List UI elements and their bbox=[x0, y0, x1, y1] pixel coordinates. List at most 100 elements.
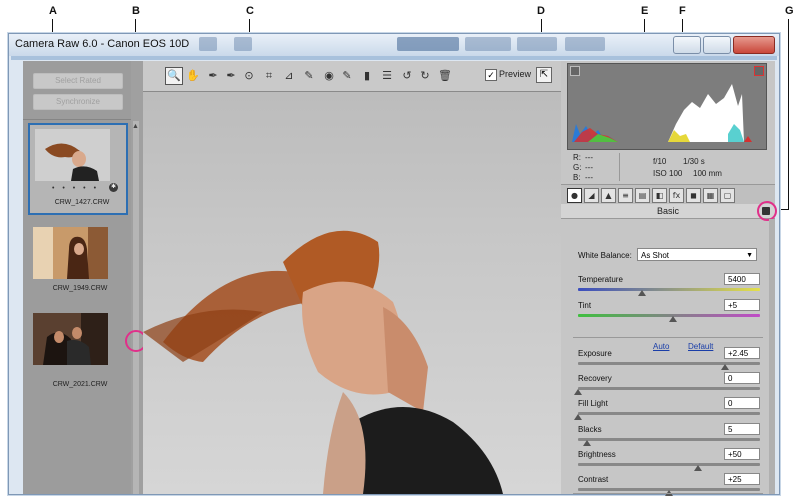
temperature-slider-track[interactable] bbox=[578, 288, 760, 291]
white-balance-tool-icon[interactable]: ✒ bbox=[205, 68, 221, 84]
tab-split-toning-icon[interactable]: ▤ bbox=[635, 188, 650, 203]
preferences-icon[interactable]: ☰ bbox=[379, 68, 395, 84]
thumbnail[interactable]: CRW_1949.CRW bbox=[28, 227, 124, 315]
temperature-slider-thumb[interactable] bbox=[637, 290, 646, 296]
scroll-up-icon[interactable]: ▲ bbox=[132, 123, 139, 130]
panel-scrollbar[interactable] bbox=[769, 219, 775, 494]
aperture-value: f/10 bbox=[653, 157, 667, 166]
blacks-slider-track[interactable] bbox=[578, 438, 760, 441]
recovery-slider-thumb[interactable] bbox=[574, 389, 582, 395]
tab-detail-icon[interactable]: ▲ bbox=[601, 188, 616, 203]
filmstrip-scrollbar[interactable] bbox=[133, 121, 139, 494]
filmstrip-divider bbox=[23, 119, 131, 120]
panel-menu-highlight[interactable] bbox=[757, 201, 777, 221]
tint-label: Tint bbox=[578, 301, 592, 310]
maximize-button[interactable] bbox=[703, 36, 731, 54]
tab-snapshots-icon[interactable]: ▢ bbox=[720, 188, 735, 203]
background-window-fragment bbox=[234, 37, 252, 51]
recovery-value-field[interactable]: 0 bbox=[724, 372, 760, 384]
g-value: --- bbox=[585, 163, 593, 172]
background-window-fragment bbox=[517, 37, 557, 51]
tab-camera-calibration-icon[interactable]: ◼ bbox=[686, 188, 701, 203]
blacks-slider-thumb[interactable] bbox=[583, 440, 592, 446]
thumbnail-image bbox=[35, 129, 110, 181]
tint-slider-thumb[interactable] bbox=[668, 316, 677, 322]
thumbnail-selected[interactable]: • • • • • ✱ CRW_1427.CRW bbox=[28, 123, 128, 215]
tab-effects-icon[interactable]: fx bbox=[669, 188, 684, 203]
tab-presets-icon[interactable]: ▦ bbox=[703, 188, 718, 203]
synchronize-button[interactable]: Synchronize bbox=[33, 94, 123, 110]
white-balance-select[interactable]: As Shot ▼ bbox=[637, 248, 757, 261]
spot-removal-tool-icon[interactable]: ✎ bbox=[301, 68, 317, 84]
thumbnail-image bbox=[33, 227, 108, 279]
tab-hsl-icon[interactable]: ≡ bbox=[618, 188, 633, 203]
rotate-right-icon[interactable]: ↻ bbox=[417, 68, 433, 84]
title-bar: Camera Raw 6.0 - Canon EOS 10D bbox=[9, 34, 779, 56]
select-rated-button[interactable]: Select Rated bbox=[33, 73, 123, 89]
camera-raw-app: Select Rated Synchronize • • • • • ✱ CRW… bbox=[23, 61, 777, 496]
callout-c: C bbox=[246, 5, 254, 17]
temperature-value-field[interactable]: 5400 bbox=[724, 273, 760, 285]
fill-light-value-field[interactable]: 0 bbox=[724, 397, 760, 409]
image-preview[interactable] bbox=[143, 92, 561, 494]
targeted-adjustment-tool-icon[interactable]: ⊙ bbox=[241, 68, 257, 84]
tint-value-field[interactable]: +5 bbox=[724, 299, 760, 311]
contrast-value-field[interactable]: +25 bbox=[724, 473, 760, 485]
shadow-clipping-toggle[interactable] bbox=[570, 66, 580, 76]
blacks-value-field[interactable]: 5 bbox=[724, 423, 760, 435]
fullscreen-icon[interactable]: ⇱ bbox=[536, 67, 552, 83]
tab-basic-icon[interactable]: ● bbox=[567, 188, 582, 203]
exposure-slider-thumb[interactable] bbox=[721, 364, 730, 370]
brightness-label: Brightness bbox=[578, 450, 616, 459]
focal-length-value: 100 mm bbox=[693, 169, 722, 178]
callout-b: B bbox=[132, 5, 140, 17]
highlight-clipping-toggle[interactable] bbox=[754, 66, 764, 76]
straighten-tool-icon[interactable]: ⊿ bbox=[281, 68, 297, 84]
brightness-value-field[interactable]: +50 bbox=[724, 448, 760, 460]
background-window-fragment bbox=[199, 37, 217, 51]
callout-a: A bbox=[49, 5, 57, 17]
color-sampler-tool-icon[interactable]: ✒ bbox=[223, 68, 239, 84]
red-eye-removal-tool-icon[interactable]: ◉ bbox=[321, 68, 337, 84]
default-link[interactable]: Default bbox=[688, 342, 713, 351]
zoom-tool-icon[interactable]: 🔍 bbox=[165, 67, 183, 85]
callout-g-line bbox=[788, 19, 789, 209]
trash-icon[interactable]: 🗑 bbox=[437, 68, 453, 84]
recovery-label: Recovery bbox=[578, 374, 612, 383]
histogram bbox=[567, 63, 767, 150]
panel-title: Basic bbox=[561, 204, 775, 219]
panel-tabs: ● ◢ ▲ ≡ ▤ ◧ fx ◼ ▦ ▢ bbox=[561, 184, 775, 206]
background-window-fragment bbox=[397, 37, 459, 51]
hand-tool-icon[interactable]: ✋ bbox=[185, 68, 201, 84]
rotate-left-icon[interactable]: ↺ bbox=[399, 68, 415, 84]
brightness-slider-track[interactable] bbox=[578, 463, 760, 466]
background-window-fragment bbox=[565, 37, 605, 51]
toolbar: 🔍 ✋ ✒ ✒ ⊙ ⌗ ⊿ ✎ ◉ ✎ ▮ ☰ ↺ ↻ 🗑 ✓ Preview ⇱ bbox=[143, 61, 561, 92]
adjustment-brush-icon[interactable]: ✎ bbox=[339, 68, 355, 84]
auto-link[interactable]: Auto bbox=[653, 342, 669, 351]
recovery-slider-track[interactable] bbox=[578, 387, 760, 390]
tab-lens-corrections-icon[interactable]: ◧ bbox=[652, 188, 667, 203]
b-value: --- bbox=[585, 173, 593, 182]
edited-badge-icon: ✱ bbox=[109, 183, 118, 192]
preview-checkbox[interactable]: ✓ bbox=[485, 69, 497, 81]
shutter-value: 1/30 s bbox=[683, 157, 705, 166]
tab-tone-curve-icon[interactable]: ◢ bbox=[584, 188, 599, 203]
exposure-slider-track[interactable] bbox=[578, 362, 760, 365]
exposure-value-field[interactable]: +2.45 bbox=[724, 347, 760, 359]
thumbnail[interactable]: CRW_2021.CRW bbox=[28, 313, 124, 401]
fill-light-slider-thumb[interactable] bbox=[574, 414, 582, 420]
close-button[interactable] bbox=[733, 36, 775, 54]
rating-stars[interactable]: • • • • • bbox=[52, 185, 99, 192]
crop-tool-icon[interactable]: ⌗ bbox=[261, 68, 277, 84]
fill-light-slider-track[interactable] bbox=[578, 412, 760, 415]
brightness-slider-thumb[interactable] bbox=[694, 465, 703, 471]
section-separator bbox=[573, 337, 763, 338]
minimize-button[interactable] bbox=[673, 36, 701, 54]
graduated-filter-icon[interactable]: ▮ bbox=[359, 68, 375, 84]
histogram-graph bbox=[572, 84, 752, 142]
camera-raw-window: Camera Raw 6.0 - Canon EOS 10D Select Ra… bbox=[8, 33, 780, 496]
thumbnail-filename: CRW_2021.CRW bbox=[52, 381, 108, 388]
fill-light-label: Fill Light bbox=[578, 399, 608, 408]
blacks-label: Blacks bbox=[578, 425, 602, 434]
